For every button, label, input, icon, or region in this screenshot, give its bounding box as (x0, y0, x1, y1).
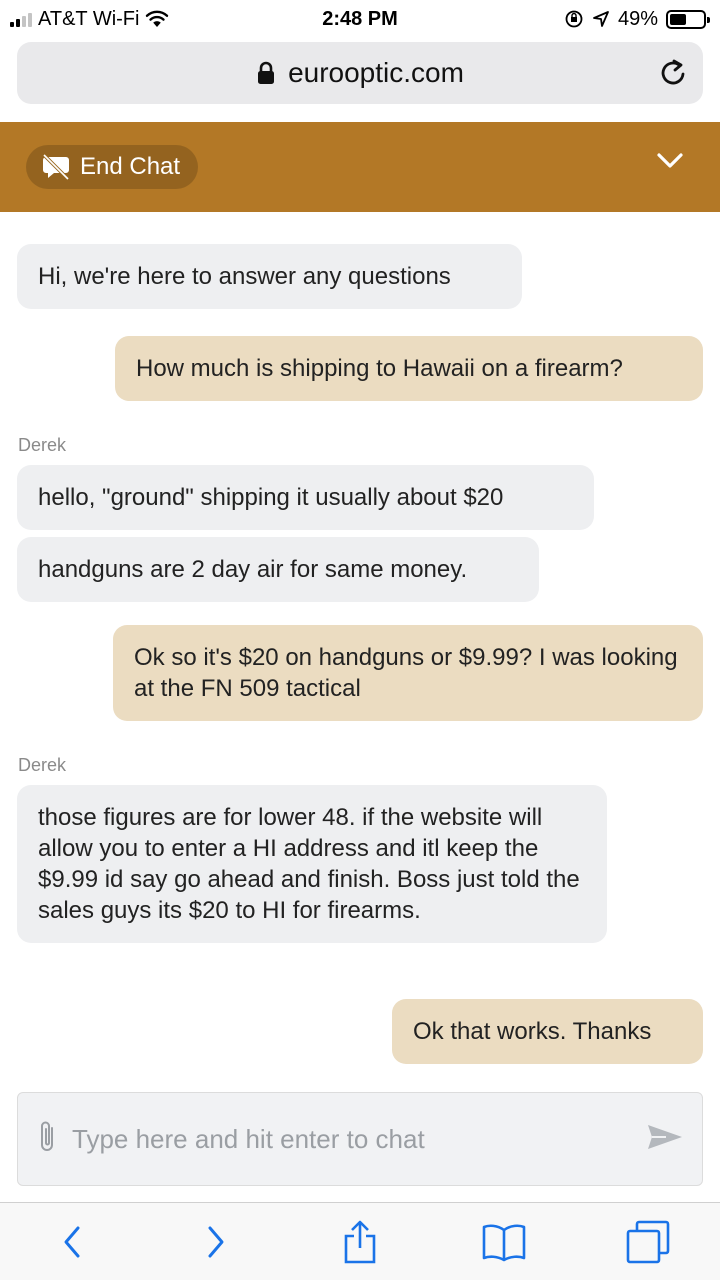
forward-icon[interactable] (176, 1225, 256, 1259)
paperclip-icon[interactable] (36, 1119, 58, 1160)
chat-off-icon (42, 153, 70, 181)
user-message: How much is shipping to Hawaii on a fire… (115, 336, 703, 401)
address-bar[interactable]: eurooptic.com (17, 42, 703, 104)
tabs-icon[interactable] (608, 1219, 688, 1265)
share-icon[interactable] (320, 1220, 400, 1264)
agent-message: those figures are for lower 48. if the w… (17, 785, 607, 943)
sender-name: Derek (18, 435, 67, 455)
chat-composer (17, 1092, 703, 1186)
back-icon[interactable] (32, 1225, 112, 1259)
send-icon[interactable] (646, 1122, 684, 1157)
url-text: eurooptic.com (288, 57, 464, 88)
agent-message: hello, "ground" shipping it usually abou… (17, 465, 594, 530)
chevron-down-icon[interactable] (656, 152, 684, 175)
browser-toolbar (0, 1202, 720, 1280)
end-chat-button[interactable]: End Chat (26, 145, 199, 189)
chat-input[interactable] (72, 1123, 646, 1155)
agent-message: Hi, we're here to answer any questions (17, 244, 522, 309)
location-icon (593, 11, 609, 27)
end-chat-label: End Chat (80, 153, 181, 180)
cell-signal-icon (10, 11, 32, 27)
lock-icon (256, 61, 276, 85)
agent-message: handguns are 2 day air for same money. (17, 537, 539, 602)
battery-percent: 49% (617, 7, 658, 30)
carrier-label: AT&T Wi-Fi (38, 7, 140, 30)
reload-icon[interactable] (659, 57, 689, 96)
battery-fill (670, 13, 686, 25)
sender-name: Derek (18, 755, 67, 775)
battery-icon (666, 9, 710, 29)
status-bar: AT&T Wi-Fi 2:48 PM 49% (0, 0, 720, 38)
message-list[interactable]: Hi, we're here to answer any questions H… (0, 212, 720, 1082)
bookmarks-icon[interactable] (464, 1222, 544, 1262)
orientation-lock-icon (565, 10, 583, 28)
wifi-icon (146, 10, 169, 27)
user-message: Ok that works. Thanks (392, 999, 703, 1064)
user-message: Ok so it's $20 on handguns or $9.99? I w… (113, 625, 703, 721)
chat-header: End Chat (0, 122, 720, 212)
status-right: 49% (564, 7, 710, 31)
status-left: AT&T Wi-Fi (10, 8, 169, 31)
